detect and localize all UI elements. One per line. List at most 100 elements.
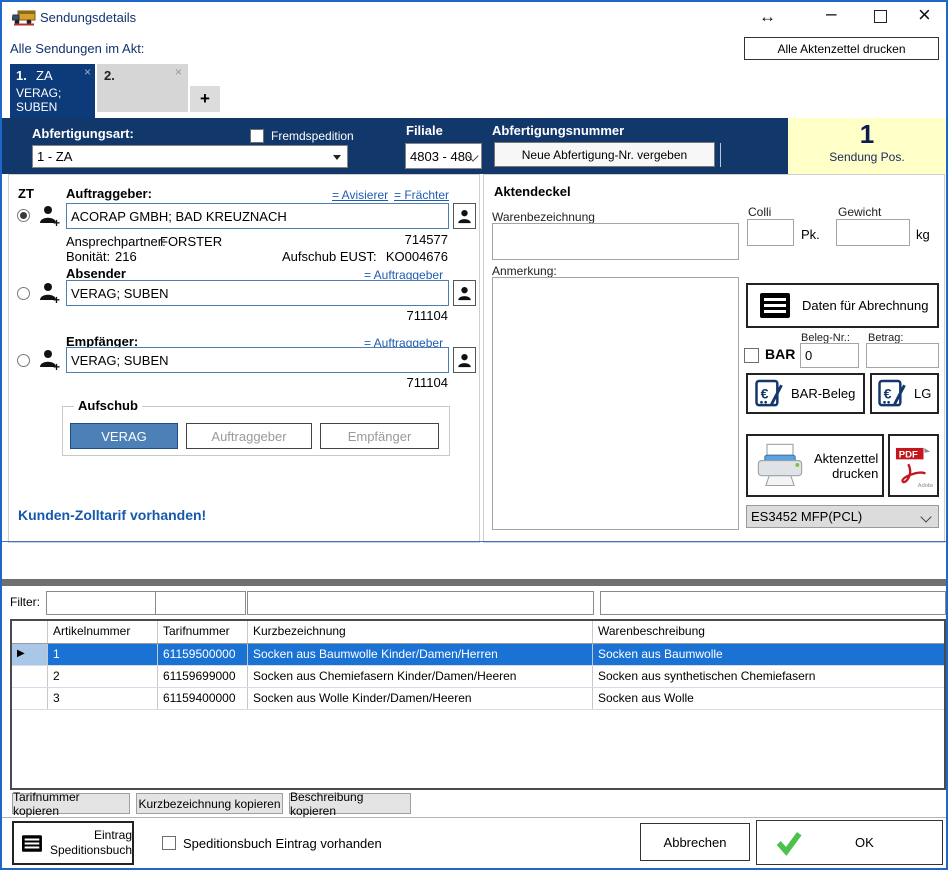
cell-kurzbezeichnung: Socken aus Chemiefasern Kinder/Damen/Hee… (248, 666, 593, 687)
cell-warenbeschreibung: Socken aus synthetischen Chemiefasern (593, 666, 944, 687)
print-all-aktenzettel-button[interactable]: Alle Aktenzettel drucken (744, 37, 939, 60)
akt-label: Alle Sendungen im Akt: (10, 41, 144, 56)
check-icon (775, 829, 803, 857)
row-selector[interactable] (12, 688, 48, 709)
filiale-select[interactable]: 4803 - 480 (405, 143, 482, 169)
fremdspedition-label: Fremdspedition (271, 129, 354, 143)
aufschub-verag-button[interactable]: VERAG (70, 423, 178, 449)
filter-kurzbezeichnung-input[interactable] (247, 591, 594, 615)
aufschub-auftraggeber-button[interactable]: Auftraggeber (186, 423, 312, 449)
person-add-icon[interactable]: + (38, 348, 62, 372)
table-row[interactable]: ▶ 1 61159500000 Socken aus Baumwolle Kin… (12, 644, 944, 666)
avisierer-link[interactable]: = Avisierer (332, 188, 388, 202)
fremdspedition-checkbox[interactable] (250, 129, 264, 143)
fraechter-link[interactable]: = Frächter (394, 188, 449, 202)
bar-checkbox[interactable] (744, 348, 759, 363)
ok-button[interactable]: OK (756, 820, 943, 865)
zt-label: ZT (18, 186, 34, 201)
pdf-button[interactable]: PDF Adobe (888, 434, 939, 497)
tab2-close-icon[interactable]: × (175, 65, 182, 79)
printer-value: ES3452 MFP(PCL) (751, 509, 862, 524)
cell-artikelnummer: 3 (48, 688, 158, 709)
sendung-pos-badge: 1 Sendung Pos. (788, 118, 946, 174)
filter-artikelnummer-input[interactable] (46, 591, 156, 615)
pos-label: Sendung Pos. (788, 150, 946, 164)
col-warenbeschreibung[interactable]: Warenbeschreibung (593, 621, 944, 643)
lg-label: LG (914, 386, 931, 401)
person-add-icon[interactable]: + (38, 281, 62, 305)
aufschub-empfaenger-button[interactable]: Empfänger (320, 423, 439, 449)
beleg-nr-input[interactable] (800, 343, 859, 368)
person-icon (457, 352, 472, 369)
auftraggeber-contact-button[interactable] (453, 203, 476, 229)
minimize-icon[interactable]: – (826, 4, 837, 26)
table-row[interactable]: 2 61159699000 Socken aus Chemiefasern Ki… (12, 666, 944, 688)
eintrag-speditionsbuch-button[interactable]: Eintrag Speditionsbuch (12, 821, 134, 865)
ansprechpartner-value: FORSTER (160, 234, 222, 249)
chevron-down-icon (920, 511, 931, 522)
splitter[interactable] (2, 579, 946, 586)
filter-warenbeschreibung-input[interactable] (600, 591, 946, 615)
colli-input[interactable] (747, 219, 794, 246)
lg-button[interactable]: € LG (870, 373, 939, 414)
abfertigungsart-label: Abfertigungsart: (32, 126, 134, 141)
zt-radio-auftraggeber[interactable] (17, 209, 30, 222)
absender-contact-button[interactable] (453, 280, 476, 306)
bar-beleg-label: BAR-Beleg (791, 386, 855, 401)
printer-icon (754, 442, 806, 490)
auftraggeber-input[interactable] (66, 203, 449, 229)
daten-abrechnung-button[interactable]: Daten für Abrechnung (746, 283, 939, 328)
close-icon[interactable]: × (918, 2, 931, 28)
zt-radio-empfaenger[interactable] (17, 354, 30, 367)
bonitaet-label: Bonität: (66, 249, 110, 264)
col-tarifnummer[interactable]: Tarifnummer (158, 621, 248, 643)
speditionsbuch-checkbox[interactable] (162, 836, 176, 850)
filiale-value: 4803 - 480 (410, 149, 472, 164)
tab1-line2: SUBEN (16, 100, 57, 114)
svg-text:€: € (884, 387, 892, 403)
col-kurzbezeichnung[interactable]: Kurzbezeichnung (248, 621, 593, 643)
svg-text:+: + (53, 216, 60, 228)
speditionsbuch-label-line2: Speditionsbuch (50, 843, 132, 858)
abbrechen-button[interactable]: Abbrechen (640, 823, 750, 861)
shipment-tab-2[interactable]: 2. × (97, 64, 188, 112)
table-row[interactable]: 3 61159400000 Socken aus Wolle Kinder/Da… (12, 688, 944, 710)
col-artikelnummer[interactable]: Artikelnummer (48, 621, 158, 643)
filter-tarifnummer-input[interactable] (155, 591, 246, 615)
row-selector[interactable] (12, 666, 48, 687)
bar-beleg-button[interactable]: € BAR-Beleg (746, 373, 865, 414)
tab1-type: ZA (36, 68, 53, 83)
auftraggeber-label: Auftraggeber: (66, 186, 152, 201)
warenbezeichnung-input[interactable] (492, 223, 739, 260)
empfaenger-input[interactable] (66, 347, 449, 373)
maximize-icon[interactable] (874, 10, 887, 23)
bar-label: BAR (765, 346, 795, 362)
copy-beschreibung-button[interactable]: Beschreibung kopieren (289, 793, 411, 814)
gewicht-label: Gewicht (838, 205, 881, 219)
abfertigungsart-value: 1 - ZA (37, 149, 72, 164)
colli-label: Colli (748, 205, 771, 219)
empfaenger-contact-button[interactable] (453, 347, 476, 373)
abfertigungsart-select[interactable]: 1 - ZA (32, 145, 348, 168)
anmerkung-input[interactable] (492, 277, 739, 530)
aktendeckel-title: Aktendeckel (494, 184, 571, 199)
printer-select[interactable]: ES3452 MFP(PCL) (746, 505, 939, 528)
copy-tarifnummer-button[interactable]: Tarifnummer kopieren (12, 793, 130, 814)
cell-tarifnummer: 61159699000 (158, 666, 248, 687)
copy-kurzbezeichnung-button[interactable]: Kurzbezeichnung kopieren (136, 793, 283, 814)
shipment-tab-1[interactable]: 1. ZA × VERAG; SUBEN (10, 64, 95, 118)
empfaenger-number: 711104 (348, 375, 448, 390)
aktenzettel-drucken-button[interactable]: Aktenzettel drucken (746, 434, 884, 497)
person-add-icon[interactable]: + (38, 204, 62, 228)
resize-horizontal-icon[interactable]: ↔ (759, 7, 776, 27)
absender-input[interactable] (66, 280, 449, 306)
zt-radio-absender[interactable] (17, 287, 30, 300)
gewicht-input[interactable] (836, 219, 910, 246)
betrag-input[interactable] (866, 343, 939, 368)
tab1-line1: VERAG; (16, 86, 61, 100)
add-shipment-tab-button[interactable]: + (190, 86, 220, 112)
table-header-row: Artikelnummer Tarifnummer Kurzbezeichnun… (12, 621, 944, 644)
pos-count: 1 (788, 119, 946, 150)
window-title: Sendungsdetails (40, 10, 136, 25)
tab1-close-icon[interactable]: × (84, 65, 91, 79)
